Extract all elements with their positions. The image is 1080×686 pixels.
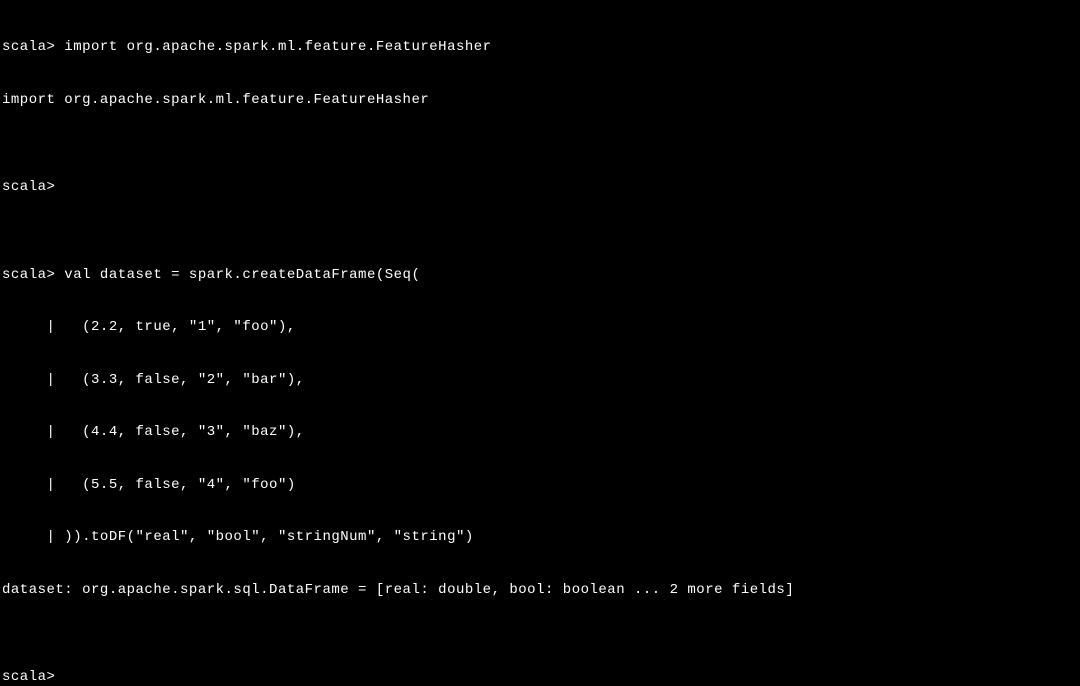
terminal-line: | (5.5, false, "4", "foo") [2, 477, 1078, 495]
terminal-prompt-line: scala> [2, 179, 1078, 197]
terminal-output[interactable]: scala> import org.apache.spark.ml.featur… [0, 0, 1080, 686]
terminal-prompt-line: scala> [2, 669, 1078, 686]
terminal-line: dataset: org.apache.spark.sql.DataFrame … [2, 582, 1078, 600]
terminal-line: scala> val dataset = spark.createDataFra… [2, 267, 1078, 285]
terminal-line: | )).toDF("real", "bool", "stringNum", "… [2, 529, 1078, 547]
terminal-line: | (2.2, true, "1", "foo"), [2, 319, 1078, 337]
terminal-line: scala> import org.apache.spark.ml.featur… [2, 39, 1078, 57]
terminal-line: | (3.3, false, "2", "bar"), [2, 372, 1078, 390]
terminal-line: import org.apache.spark.ml.feature.Featu… [2, 92, 1078, 110]
terminal-line: | (4.4, false, "3", "baz"), [2, 424, 1078, 442]
